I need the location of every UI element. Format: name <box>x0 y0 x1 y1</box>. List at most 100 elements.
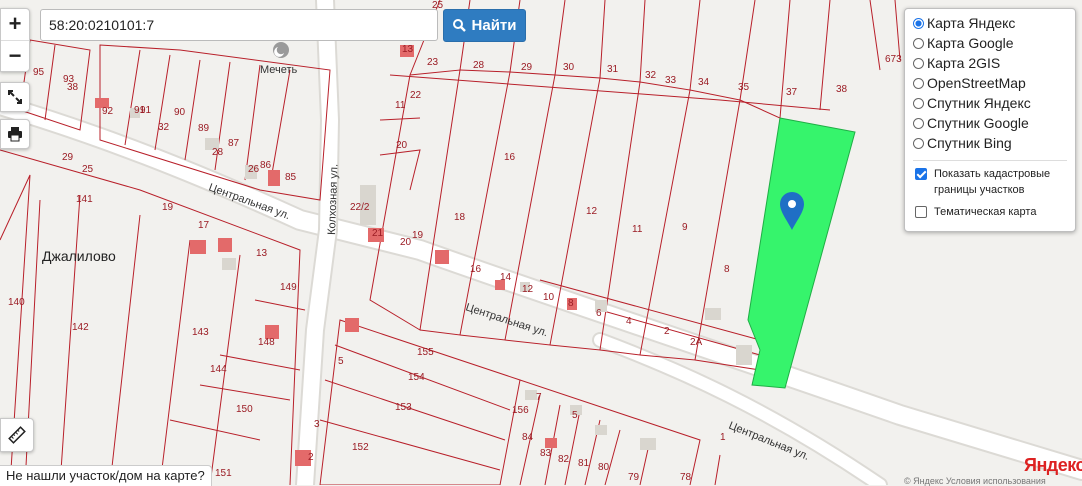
parcel-number: 5 <box>572 410 578 421</box>
parcel-number: 8 <box>568 298 574 309</box>
parcel-number: 142 <box>72 322 89 333</box>
parcel-number: 14 <box>500 272 512 283</box>
layer-radio[interactable] <box>913 97 924 109</box>
parcel-number: 2А <box>690 337 703 348</box>
parcel-number: 89 <box>198 123 210 134</box>
layer-option-label: Спутник Google <box>927 115 1029 131</box>
parcel-number: 4 <box>626 316 632 327</box>
parcel-number: 152 <box>352 442 369 453</box>
cadastral-checkbox[interactable] <box>915 168 927 180</box>
parcel-number: 12 <box>522 284 534 295</box>
provider-logo: Яндекс <box>1024 455 1082 475</box>
fullscreen-button[interactable] <box>0 82 30 112</box>
parcel-number: 19 <box>162 202 174 213</box>
parcel-number: 22/2 <box>350 202 370 213</box>
layer-switcher: Карта Яндекс Карта Google Карта 2GIS Ope… <box>904 8 1076 232</box>
mosque-icon[interactable] <box>273 42 289 58</box>
layer-option-label: Карта Яндекс <box>927 15 1016 31</box>
parcel-number: 31 <box>607 64 619 75</box>
parcel-number: 9 <box>682 222 688 233</box>
zoom-out-button[interactable]: − <box>1 41 29 72</box>
layer-option[interactable]: Спутник Google <box>913 113 1067 133</box>
parcel-number: 673 <box>885 54 902 65</box>
parcel-number: 85 <box>285 172 297 183</box>
parcel-number: 3 <box>314 419 320 430</box>
parcel-number: 29 <box>62 152 74 163</box>
layer-option-label: Спутник Bing <box>927 135 1012 151</box>
thematic-label: Тематическая карта <box>934 206 1037 218</box>
parcel-number: 28 <box>212 147 224 158</box>
parcel-number: 16 <box>470 264 482 275</box>
parcel-number: 95 <box>33 67 45 78</box>
parcel-number: 1 <box>720 432 726 443</box>
layer-radio[interactable] <box>913 77 924 89</box>
layer-option[interactable]: Карта Яндекс <box>913 13 1067 33</box>
parcel-number: 32 <box>158 122 170 133</box>
zoom-in-button[interactable]: + <box>1 9 29 41</box>
search-button-label: Найти <box>471 17 517 34</box>
parcel-number: 21 <box>372 228 384 239</box>
parcel-number: 34 <box>698 77 710 88</box>
layer-option[interactable]: Спутник Bing <box>913 133 1067 153</box>
layer-option[interactable]: Карта Google <box>913 33 1067 53</box>
parcel-number: 16 <box>504 152 516 163</box>
poi-label: Мечеть <box>260 64 298 76</box>
layer-option[interactable]: OpenStreetMap <box>913 73 1067 93</box>
parcel-number: 154 <box>408 372 425 383</box>
layer-radio[interactable] <box>913 137 924 149</box>
parcel-number: 13 <box>402 44 414 55</box>
parcel-number: 83 <box>540 448 552 459</box>
street-label: Колхозная ул. <box>326 164 340 235</box>
search-button[interactable]: Найти <box>443 9 526 42</box>
thematic-toggle[interactable]: Тематическая карта <box>913 204 1067 220</box>
parcel-number: 37 <box>786 87 798 98</box>
parcel-number: 20 <box>396 140 408 151</box>
cadastral-toggle[interactable]: Показать кадастровые границы участков <box>913 166 1067 198</box>
parcel-number: 6 <box>596 308 602 319</box>
parcel-number: 38 <box>836 84 848 95</box>
divider <box>913 160 1067 161</box>
parcel-number: 150 <box>236 404 253 415</box>
village-label: Джалилово <box>42 248 116 264</box>
ruler-icon <box>8 426 26 444</box>
parcel-number: 25 <box>82 164 94 175</box>
parcel-number: 17 <box>198 220 210 231</box>
layer-radio[interactable] <box>913 17 924 29</box>
parcel-number: 22 <box>410 90 422 101</box>
parcel-number: 12 <box>586 206 598 217</box>
parcel-number: 18 <box>454 212 466 223</box>
parcel-number: 33 <box>665 75 677 86</box>
layer-option-label: OpenStreetMap <box>927 75 1026 91</box>
ruler-button[interactable] <box>0 418 34 452</box>
layer-radio[interactable] <box>913 57 924 69</box>
parcel-number: 78 <box>680 472 692 483</box>
parcel-number: 28 <box>473 60 485 71</box>
parcel-number: 92 <box>102 106 114 117</box>
parcel-number: 156 <box>512 405 529 416</box>
parcel-number: 7 <box>536 392 542 403</box>
thematic-checkbox[interactable] <box>915 206 927 218</box>
parcel-number: 86 <box>260 160 272 171</box>
parcel-number: 29 <box>521 62 533 73</box>
parcel-number: 151 <box>215 468 232 479</box>
not-found-link[interactable]: Не нашли участок/дом на карте? <box>0 465 212 486</box>
parcel-number: 153 <box>395 402 412 413</box>
parcel-number: 13 <box>256 248 268 259</box>
layer-option-label: Спутник Яндекс <box>927 95 1031 111</box>
layer-radio[interactable] <box>913 37 924 49</box>
layer-option[interactable]: Карта 2GIS <box>913 53 1067 73</box>
parcel-number: 84 <box>522 432 534 443</box>
parcel-number: 35 <box>738 82 750 93</box>
parcel-number: 81 <box>578 458 590 469</box>
print-button[interactable] <box>0 119 30 149</box>
selected-parcel[interactable] <box>747 117 856 389</box>
layer-option[interactable]: Спутник Яндекс <box>913 93 1067 113</box>
parcel-number: 91 <box>140 105 152 116</box>
search-input[interactable] <box>40 9 438 41</box>
parcel-number: 141 <box>76 194 93 205</box>
parcel-number: 19 <box>412 230 424 241</box>
parcel-number: 149 <box>280 282 297 293</box>
parcel-number: 10 <box>543 292 555 303</box>
parcel-number: 11 <box>395 100 406 111</box>
layer-radio[interactable] <box>913 117 924 129</box>
